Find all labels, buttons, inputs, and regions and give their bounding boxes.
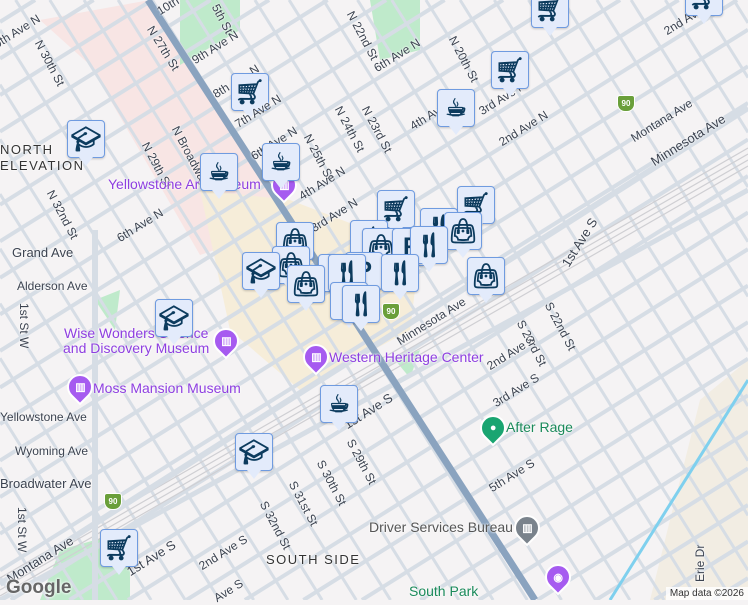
school-icon[interactable]: 🎓︎	[242, 252, 280, 290]
cart-icon[interactable]: 🛒︎	[685, 0, 723, 16]
school-icon[interactable]: 🎓︎	[235, 433, 273, 471]
interstate-90-shield: 90	[382, 303, 400, 320]
cart-icon[interactable]: 🛒︎	[491, 51, 529, 89]
neighborhood-north-elevation: NORTH ELEVATION	[0, 142, 70, 174]
cup-icon[interactable]: ☕︎	[262, 143, 300, 181]
bag-icon[interactable]: 👜︎	[467, 257, 505, 295]
bag-icon[interactable]: 👜︎	[444, 212, 482, 250]
cup-icon[interactable]: ☕︎	[320, 385, 358, 423]
map-attribution[interactable]: Map data ©2026	[666, 587, 748, 600]
street-label: 1st St W	[17, 303, 31, 348]
school-icon[interactable]: 🎓︎	[67, 120, 105, 158]
cart-icon[interactable]: 🛒︎	[100, 529, 138, 567]
place-wise-wonders[interactable]: and Discovery Museum	[63, 340, 209, 356]
interstate-90-shield: 90	[104, 493, 122, 510]
street-label: 1st St W	[15, 507, 29, 552]
cup-icon[interactable]: ☕︎	[200, 153, 238, 191]
place-driver-services-bureau[interactable]: Driver Services Bureau	[369, 519, 513, 535]
cup-icon[interactable]: ☕︎	[437, 89, 475, 127]
neighborhood-south-side: SOUTH SIDE	[266, 552, 360, 567]
interstate-90-shield: 90	[617, 95, 635, 112]
street-line	[563, 0, 748, 297]
restaurant-icon[interactable]: 🍴︎	[381, 254, 419, 292]
place-western-heritage-center[interactable]: Western Heritage Center	[329, 349, 484, 365]
street-label: Yellowstone Ave	[0, 410, 87, 424]
street-line	[734, 0, 748, 23]
street-label: Broadwater Ave	[0, 476, 92, 491]
cart-icon[interactable]: 🛒︎	[531, 0, 569, 28]
restaurant-icon[interactable]: 🍴︎	[342, 285, 380, 323]
school-icon[interactable]: 🎓︎	[155, 299, 193, 337]
street-label: Grand Ave	[12, 245, 73, 260]
street-label: Erie Dr	[693, 545, 707, 582]
place-south-park[interactable]: South Park	[409, 583, 478, 599]
street-label: Wyoming Ave	[15, 444, 88, 458]
place-moss-mansion-museum[interactable]: Moss Mansion Museum	[93, 380, 241, 396]
bag-icon[interactable]: 👜︎	[287, 265, 325, 303]
google-logo: Google	[6, 577, 71, 599]
street-label: Alderson Ave	[17, 279, 88, 293]
place-after-rage[interactable]: After Rage	[506, 419, 573, 435]
